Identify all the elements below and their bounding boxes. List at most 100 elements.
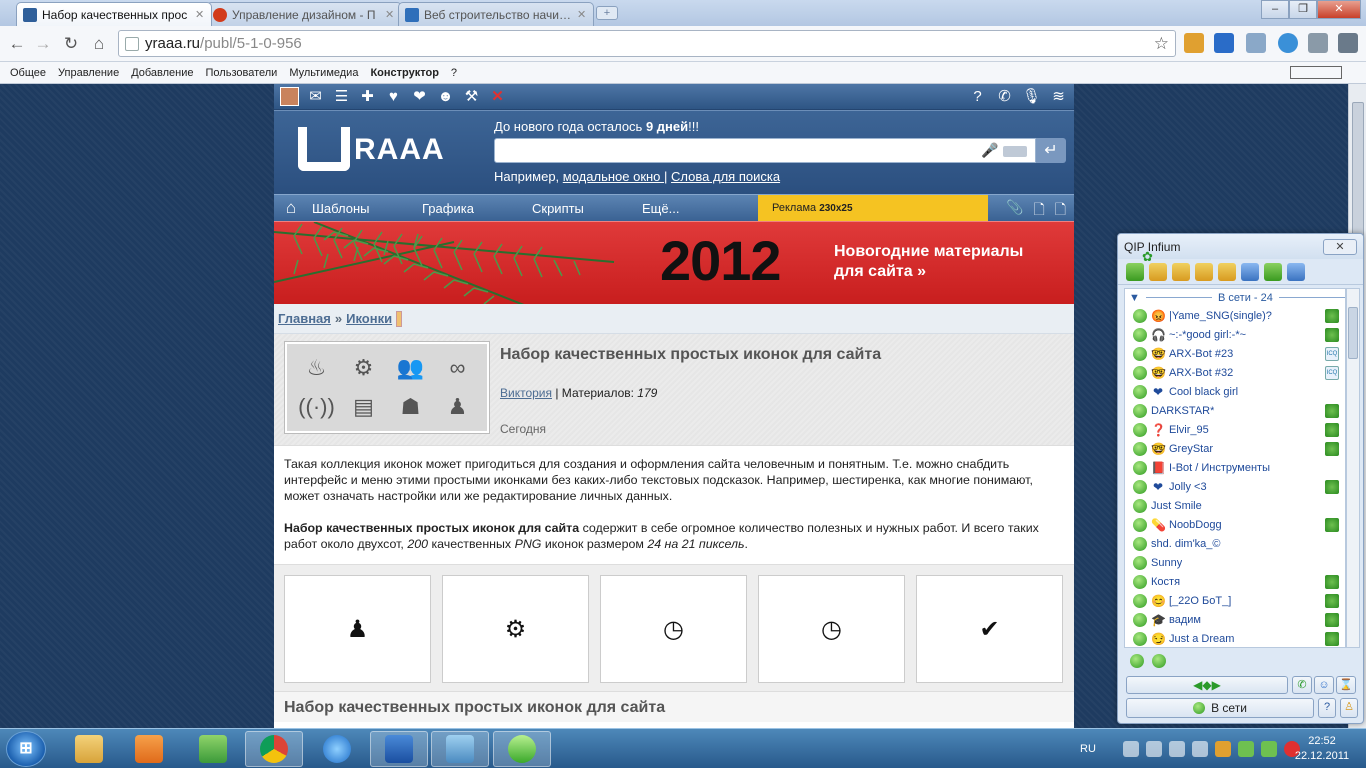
- address-bar[interactable]: yraaa.ru/publ/5-1-0-956 ☆: [118, 30, 1176, 57]
- contact-row[interactable]: shd. dim'ka_©: [1125, 534, 1345, 553]
- back-icon[interactable]: ←: [6, 33, 28, 55]
- contact-row[interactable]: DARKSTAR*: [1125, 401, 1345, 420]
- reload-icon[interactable]: ↻: [60, 33, 82, 55]
- volume-icon[interactable]: [1191, 741, 1208, 757]
- browser-tab-active[interactable]: Набор качественных прос ✕: [16, 2, 212, 26]
- browser-tab[interactable]: Веб строительство начина ✕: [398, 2, 594, 26]
- help-icon[interactable]: ?: [968, 87, 987, 106]
- taskbar-app-chrome[interactable]: [245, 731, 303, 767]
- new-tab-button[interactable]: +: [596, 6, 618, 20]
- contact-row[interactable]: 🎧 ~:-*good girl:-*~: [1125, 325, 1345, 344]
- gallery-item[interactable]: ♟: [284, 575, 431, 683]
- status-online-icon[interactable]: [1130, 654, 1144, 668]
- mail-icon[interactable]: ✉: [306, 87, 325, 106]
- tools-icon[interactable]: [1241, 262, 1259, 281]
- contact-row[interactable]: 💊 NoobDogg: [1125, 515, 1345, 534]
- close-tab-icon[interactable]: ✕: [385, 8, 395, 21]
- browser-tab[interactable]: Управление дизайном - П ✕: [206, 2, 402, 26]
- help-icon[interactable]: ?: [1318, 698, 1336, 718]
- phone-icon[interactable]: ✆: [995, 87, 1014, 106]
- start-button[interactable]: ⊞: [6, 731, 46, 767]
- clock[interactable]: 22:52 22.12.2011: [1292, 734, 1352, 764]
- contact-row[interactable]: 🤓 ARX-Bot #23 ICQ: [1125, 344, 1345, 363]
- qip-close-button[interactable]: ✕: [1323, 238, 1357, 255]
- history-icon[interactable]: [1149, 262, 1167, 281]
- wrench-menu-icon[interactable]: [1338, 33, 1358, 53]
- language-indicator[interactable]: RU: [1080, 743, 1096, 755]
- gallery-item[interactable]: ⚙: [442, 575, 589, 683]
- bookmark-help[interactable]: ?: [445, 67, 463, 79]
- panel-toggle-icon[interactable]: [1290, 66, 1342, 79]
- menu-item-graphics[interactable]: Графика: [418, 201, 528, 216]
- contact-row[interactable]: 🤓 GreyStar: [1125, 439, 1345, 458]
- hint-link-words[interactable]: Слова для поиска: [671, 169, 780, 184]
- calendar-extension-icon[interactable]: [1184, 33, 1204, 53]
- network-icon[interactable]: [1145, 741, 1162, 757]
- files-icon[interactable]: [1195, 262, 1213, 281]
- document-icon[interactable]: 🗋: [1055, 199, 1066, 223]
- ad-slot[interactable]: Реклама 230x25: [758, 195, 988, 221]
- contact-row[interactable]: Костя: [1125, 572, 1345, 591]
- clipboard-icon[interactable]: [1122, 741, 1139, 757]
- contact-row[interactable]: 🤓 ARX-Bot #32 ICQ: [1125, 363, 1345, 382]
- maximize-button[interactable]: ❐: [1289, 0, 1317, 19]
- gallery-item[interactable]: ◷: [758, 575, 905, 683]
- new-year-banner[interactable]: 2012 Новогодние материалы для сайта »: [274, 221, 1074, 304]
- user-icon[interactable]: ♙: [1340, 698, 1358, 718]
- bookmark-star-icon[interactable]: ☆: [1154, 34, 1169, 54]
- keyboard-icon[interactable]: [1003, 146, 1027, 157]
- grid-extension-icon[interactable]: [1308, 33, 1328, 53]
- search-submit-button[interactable]: ↵: [1036, 138, 1066, 163]
- weather-extension-icon[interactable]: [1246, 33, 1266, 53]
- rss-icon[interactable]: ≋: [1049, 87, 1068, 106]
- contact-row[interactable]: 🎓 вадим: [1125, 610, 1345, 629]
- list-icon[interactable]: ☰: [332, 87, 351, 106]
- breadcrumb-icons[interactable]: Иконки: [346, 311, 392, 326]
- article-thumbnail[interactable]: ♨ ⚙ 👥 ∞ ((·)) ▤ ☗ ♟: [284, 341, 490, 434]
- contacts-icon[interactable]: [1126, 262, 1144, 281]
- contact-row[interactable]: ❤ Cool black girl: [1125, 382, 1345, 401]
- home-icon[interactable]: ⌂: [88, 33, 110, 55]
- gallery-item[interactable]: ◷: [600, 575, 747, 683]
- phone-icon[interactable]: ✆: [1292, 676, 1312, 694]
- user-add-icon[interactable]: ☻: [436, 87, 455, 106]
- taskbar-app-word[interactable]: [370, 731, 428, 767]
- search-input[interactable]: 🎤: [494, 138, 1036, 163]
- users-icon[interactable]: ☺: [1314, 676, 1334, 694]
- microphone-icon[interactable]: 🎤: [981, 142, 998, 159]
- ucoz-extension-icon[interactable]: [1214, 33, 1234, 53]
- bookmark-tag-icon[interactable]: [396, 310, 403, 327]
- status-online-icon[interactable]: [1152, 654, 1166, 668]
- author-link[interactable]: Виктория: [500, 386, 552, 400]
- contact-row[interactable]: 😏 Just a Dream: [1125, 629, 1345, 647]
- contact-list-scrollbar[interactable]: [1346, 288, 1360, 648]
- plugins-icon[interactable]: [1264, 262, 1282, 281]
- calendar-icon[interactable]: [1218, 262, 1236, 281]
- qip-tray-icon[interactable]: [1237, 741, 1254, 757]
- taskbar-app-media[interactable]: [120, 731, 178, 767]
- taskbar-app-ie[interactable]: [308, 731, 366, 767]
- bookmark-add[interactable]: Добавление: [125, 67, 199, 79]
- taskbar-app-explorer[interactable]: [60, 731, 118, 767]
- contact-row[interactable]: ❓ Elvir_95: [1125, 420, 1345, 439]
- site-logo[interactable]: RAAA: [298, 127, 445, 171]
- hourglass-icon[interactable]: ⌛: [1336, 676, 1356, 694]
- qip-search-bar[interactable]: ◀◆▶: [1126, 676, 1288, 694]
- home-icon[interactable]: ⌂: [274, 198, 308, 218]
- avatar[interactable]: [280, 87, 299, 106]
- microphone-icon[interactable]: 🎙: [1022, 87, 1041, 106]
- contact-group-header[interactable]: ▼ В сети - 24: [1125, 289, 1345, 306]
- wrench-icon[interactable]: ⚒: [462, 87, 481, 106]
- minimize-button[interactable]: –: [1261, 0, 1289, 19]
- bookmark-general[interactable]: Общее: [4, 67, 52, 79]
- gallery-item[interactable]: ✔: [916, 575, 1063, 683]
- scrollbar-thumb[interactable]: [1348, 307, 1358, 359]
- status-button[interactable]: В сети: [1126, 698, 1314, 718]
- document-icon[interactable]: 🗋: [1033, 199, 1044, 223]
- heart-icon[interactable]: ♥: [384, 87, 403, 106]
- bookmark-management[interactable]: Управление: [52, 67, 125, 79]
- hint-link-modal[interactable]: модальное окно: [563, 169, 664, 184]
- settings-icon[interactable]: [1287, 262, 1305, 281]
- taskbar-app-paint[interactable]: [184, 731, 242, 767]
- close-window-button[interactable]: ✕: [1317, 0, 1361, 19]
